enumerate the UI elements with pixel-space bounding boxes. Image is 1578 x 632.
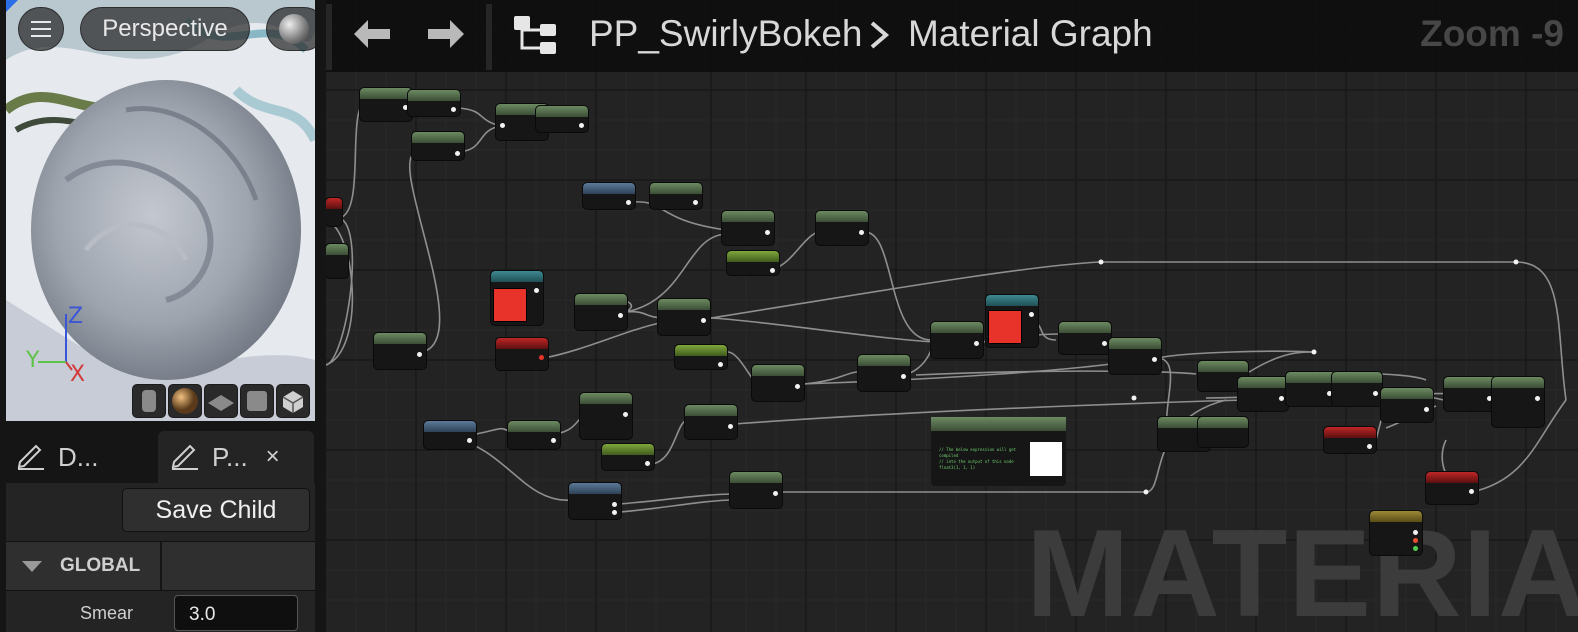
graph-node[interactable] xyxy=(1492,377,1544,427)
graph-node[interactable] xyxy=(730,472,782,508)
graph-node[interactable] xyxy=(508,421,560,449)
graph-node[interactable] xyxy=(1444,377,1496,411)
graph-node[interactable] xyxy=(602,444,654,470)
graph-node[interactable] xyxy=(675,345,727,369)
tab-details-label: D... xyxy=(58,441,99,472)
tab-details[interactable]: D... xyxy=(14,431,98,483)
graph-node[interactable] xyxy=(536,106,588,132)
graph-node[interactable] xyxy=(580,393,632,439)
graph-node[interactable] xyxy=(360,88,412,121)
edit-icon xyxy=(168,438,200,477)
view-mode-button[interactable]: Perspective xyxy=(80,7,250,51)
tab-parameters[interactable]: P... × xyxy=(158,431,314,483)
graph-node[interactable] xyxy=(986,295,1038,347)
graph-node[interactable] xyxy=(1198,417,1248,447)
material-watermark: MATERIAL xyxy=(1026,505,1578,632)
view-mode-label: Perspective xyxy=(102,15,228,42)
custom-mesh-icon[interactable] xyxy=(276,384,310,418)
toolbar-divider xyxy=(326,4,332,70)
graph-hierarchy-icon xyxy=(512,14,558,58)
graph-node[interactable] xyxy=(496,338,548,370)
graph-node[interactable] xyxy=(685,405,737,439)
graph-node[interactable] xyxy=(1370,511,1422,555)
viewport-menu-button[interactable] xyxy=(18,7,64,51)
graph-node[interactable] xyxy=(374,333,426,369)
graph-node[interactable] xyxy=(752,365,804,401)
custom-expression-code: // The below expression will get compile… xyxy=(939,447,1017,470)
breadcrumb-asset[interactable]: PP_SwirlyBokeh xyxy=(589,13,863,55)
material-preview-viewport[interactable]: Perspective Z Y X xyxy=(6,0,315,421)
breadcrumb-graph[interactable]: Material Graph xyxy=(908,13,1153,55)
graph-node[interactable] xyxy=(1286,372,1336,406)
graph-node[interactable] xyxy=(326,198,342,226)
preview-shape-toolbar xyxy=(132,384,310,418)
smear-param-label: Smear xyxy=(80,603,134,623)
close-icon[interactable]: × xyxy=(266,443,280,471)
graph-node[interactable] xyxy=(1109,338,1161,374)
tab-parameters-label: P... xyxy=(212,441,248,472)
axis-gizmo: Z Y X xyxy=(24,300,104,390)
arrow-right-icon[interactable] xyxy=(424,14,468,54)
viewport-corner-marker xyxy=(6,0,18,12)
custom-expression-node[interactable]: // The below expression will get compile… xyxy=(931,417,1066,486)
graph-node[interactable] xyxy=(1238,377,1288,411)
graph-node[interactable] xyxy=(583,183,635,209)
graph-node[interactable] xyxy=(326,244,348,278)
save-child-button[interactable]: Save Child xyxy=(122,488,310,532)
graph-header-bar: PP_SwirlyBokeh Material Graph Zoom -9 xyxy=(326,0,1578,72)
plane-icon[interactable] xyxy=(204,384,238,418)
graph-node[interactable] xyxy=(727,251,779,275)
graph-node[interactable] xyxy=(408,90,460,116)
graph-node[interactable] xyxy=(722,211,774,245)
graph-node[interactable] xyxy=(569,483,621,519)
details-panel: D... P... × Save Child GLOBAL Smear 3.0 xyxy=(0,421,322,632)
material-graph-canvas[interactable]: MATERIAL // The below expression will ge… xyxy=(326,0,1578,632)
lit-sphere-icon xyxy=(279,14,309,44)
save-child-label: Save Child xyxy=(155,495,277,524)
white-preview-swatch xyxy=(1030,442,1062,476)
graph-node[interactable] xyxy=(1381,388,1433,422)
graph-node[interactable] xyxy=(1324,427,1376,453)
cylinder-icon[interactable] xyxy=(132,384,166,418)
graph-node[interactable] xyxy=(650,183,702,209)
axis-x-label: X xyxy=(70,362,86,387)
color-swatch xyxy=(988,310,1022,344)
smear-value-input[interactable]: 3.0 xyxy=(174,595,298,631)
graph-node[interactable] xyxy=(412,132,464,160)
column-divider xyxy=(160,542,162,590)
details-body: Save Child GLOBAL Smear 3.0 xyxy=(6,483,315,632)
graph-node[interactable] xyxy=(575,294,627,330)
graph-node[interactable] xyxy=(931,322,983,358)
graph-node[interactable] xyxy=(658,299,710,335)
edit-icon xyxy=(14,438,46,477)
graph-node[interactable] xyxy=(858,355,910,391)
graph-node[interactable] xyxy=(424,421,476,449)
graph-node[interactable] xyxy=(491,271,543,325)
zoom-level: Zoom -9 xyxy=(1420,13,1564,54)
lit-mode-button[interactable] xyxy=(266,7,315,51)
color-swatch xyxy=(493,288,527,322)
chevron-down-icon xyxy=(22,561,42,572)
cube-icon[interactable] xyxy=(240,384,274,418)
hamburger-icon xyxy=(31,21,51,37)
graph-node[interactable] xyxy=(1426,472,1478,504)
global-section-label: GLOBAL xyxy=(60,555,141,576)
axis-z-label: Z xyxy=(68,304,84,329)
global-section-header[interactable]: GLOBAL xyxy=(6,541,315,591)
toolbar-divider xyxy=(486,4,492,70)
sphere-icon[interactable] xyxy=(168,384,202,418)
graph-node[interactable] xyxy=(1332,372,1382,406)
arrow-left-icon[interactable] xyxy=(350,14,394,54)
chevron-right-icon xyxy=(866,20,892,50)
axis-y-label: Y xyxy=(26,348,40,373)
graph-node[interactable] xyxy=(1059,322,1111,354)
graph-node[interactable] xyxy=(816,211,868,245)
